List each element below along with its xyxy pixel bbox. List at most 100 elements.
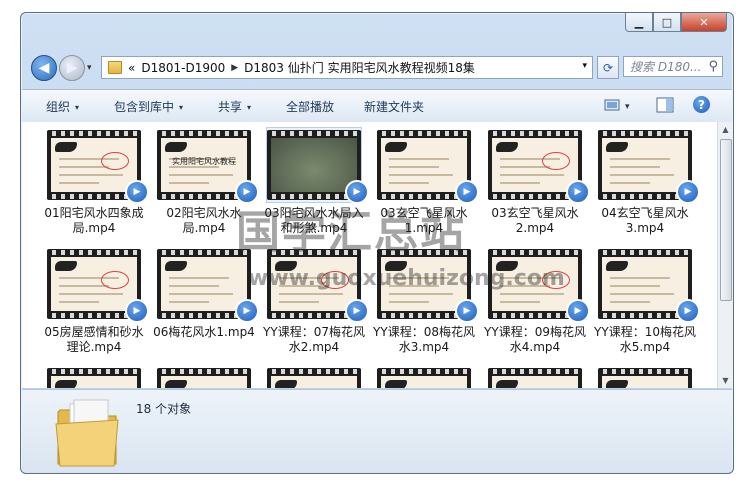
chevron-down-icon: ▾ xyxy=(75,103,80,112)
calligraphy-mark xyxy=(165,261,187,271)
share-label: 共享 xyxy=(218,100,243,114)
search-icon[interactable]: ⚲ xyxy=(708,59,718,74)
preview-pane-icon xyxy=(656,97,674,113)
chevron-down-icon: ▾ xyxy=(179,103,184,112)
video-thumbnail: ▶ xyxy=(267,366,361,388)
file-name: 06梅花风水1.mp4 xyxy=(153,325,255,339)
video-thumbnail: ▶ xyxy=(47,128,149,204)
refresh-button[interactable]: ⟳ xyxy=(597,56,619,79)
video-frame xyxy=(381,257,467,311)
object-count: 18 个对象 xyxy=(136,402,192,416)
video-frame xyxy=(492,376,578,388)
navigation-bar: ◀ ▶ ▾ « D1801-D1900 ▶ D1803 仙扑门 实用阳宅风水教程… xyxy=(29,53,725,81)
help-icon: ? xyxy=(693,96,710,113)
file-list[interactable]: ▶ 01阳宅风水四象成局.mp4 实用阳宅风水教程 ▶ 02阳宅风水水局.mp4 ▶ 03阳… xyxy=(22,122,717,388)
recent-pages-dropdown[interactable]: ▾ xyxy=(87,63,92,73)
file-item[interactable]: ▶ 05房屋感情和砂水理论.mp4 xyxy=(42,247,149,355)
organize-menu[interactable]: 组织 ▾ xyxy=(46,98,79,115)
video-frame xyxy=(161,257,247,311)
video-frame xyxy=(492,138,578,192)
calligraphy-mark xyxy=(55,261,77,271)
file-item[interactable]: ▶ xyxy=(483,366,587,388)
command-bar: 组织 ▾ 包含到库中 ▾ 共享 ▾ 全部播放 新建文件夹 ▾ ? xyxy=(22,89,732,123)
calligraphy-mark xyxy=(165,142,187,152)
close-button[interactable]: ✕ xyxy=(681,13,727,32)
view-options-button[interactable]: ▾ xyxy=(604,97,634,116)
calligraphy-mark xyxy=(55,142,77,152)
help-button[interactable]: ? xyxy=(693,96,710,113)
new-folder-button[interactable]: 新建文件夹 xyxy=(364,98,424,115)
video-thumbnail: ▶ xyxy=(488,247,590,323)
video-thumbnail: ▶ xyxy=(598,366,692,388)
calligraphy-mark xyxy=(385,142,407,152)
file-item[interactable]: 实用阳宅风水教程 ▶ 02阳宅风水水局.mp4 xyxy=(152,128,259,236)
share-menu[interactable]: 共享 ▾ xyxy=(218,98,251,115)
file-item[interactable]: ▶ xyxy=(152,366,256,388)
file-item[interactable]: ▶ xyxy=(372,366,476,388)
video-thumbnail: ▶ xyxy=(267,247,369,323)
file-name: YY课程：08梅花风水3.mp4 xyxy=(373,325,475,354)
minimize-button[interactable]: ▁ xyxy=(625,13,653,32)
media-player-icon: ▶ xyxy=(125,180,149,204)
include-in-library-menu[interactable]: 包含到库中 ▾ xyxy=(114,98,183,115)
forward-button[interactable]: ▶ xyxy=(59,55,85,81)
breadcrumb-separator-icon[interactable]: ▶ xyxy=(231,63,238,73)
video-thumbnail: ▶ xyxy=(377,247,479,323)
large-folder-icon xyxy=(55,399,119,467)
address-overflow-chevron[interactable]: « xyxy=(128,61,135,75)
file-item[interactable]: ▶ xyxy=(262,366,366,388)
video-frame xyxy=(271,138,357,192)
video-frame xyxy=(51,376,137,388)
video-thumbnail: 实用阳宅风水教程 ▶ xyxy=(157,128,259,204)
svg-text:▾: ▾ xyxy=(625,102,630,112)
file-item[interactable]: ▶ YY课程：10梅花风水5.mp4 xyxy=(593,247,700,355)
video-frame xyxy=(602,376,688,388)
calligraphy-mark xyxy=(275,380,297,388)
media-player-icon: ▶ xyxy=(566,299,590,323)
calligraphy-mark xyxy=(385,261,407,271)
address-bar[interactable]: « D1801-D1900 ▶ D1803 仙扑门 实用阳宅风水教程视频18集 … xyxy=(101,56,593,79)
address-dropdown-icon[interactable]: ▾ xyxy=(582,61,587,71)
file-item[interactable]: ▶ 03玄空飞星风水2.mp4 xyxy=(483,128,590,236)
filmstrip-icon xyxy=(157,368,251,388)
scroll-up-icon[interactable]: ▲ xyxy=(718,122,733,137)
maximize-button[interactable]: □ xyxy=(653,13,681,32)
refresh-icon: ⟳ xyxy=(602,60,614,75)
file-item[interactable]: ▶ 06梅花风水1.mp4 xyxy=(152,247,259,340)
file-item[interactable]: ▶ YY课程：08梅花风水3.mp4 xyxy=(372,247,479,355)
calligraphy-mark xyxy=(496,380,518,388)
video-frame xyxy=(271,376,357,388)
file-name: 05房屋感情和砂水理论.mp4 xyxy=(44,325,144,354)
file-item[interactable]: ▶ 01阳宅风水四象成局.mp4 xyxy=(42,128,149,236)
file-name: 03玄空飞星风水1.mp4 xyxy=(380,206,468,235)
file-item[interactable]: ▶ 04玄空飞星风水3.mp4 xyxy=(593,128,700,236)
include-library-label: 包含到库中 xyxy=(114,100,175,114)
vertical-scrollbar[interactable]: ▲ ▼ xyxy=(717,122,733,388)
media-player-icon: ▶ xyxy=(455,180,479,204)
file-item[interactable]: ▶ xyxy=(593,366,697,388)
calligraphy-mark xyxy=(496,142,518,152)
details-pane: 18 个对象 xyxy=(22,389,732,473)
file-item[interactable]: ▶ xyxy=(42,366,146,388)
scrollbar-thumb[interactable] xyxy=(720,139,732,301)
forward-arrow-icon: ▶ xyxy=(66,60,78,76)
file-name: YY课程：09梅花风水4.mp4 xyxy=(484,325,586,354)
file-name: YY课程：07梅花风水2.mp4 xyxy=(263,325,365,354)
calligraphy-mark xyxy=(385,380,407,388)
file-name: 02阳宅风水水局.mp4 xyxy=(166,206,242,235)
breadcrumb-current-folder[interactable]: D1803 仙扑门 实用阳宅风水教程视频18集 xyxy=(244,59,475,76)
caption-buttons: ▁ □ ✕ xyxy=(625,13,727,32)
preview-pane-button[interactable] xyxy=(656,97,674,116)
back-button[interactable]: ◀ xyxy=(31,55,57,81)
search-placeholder: 搜索 D180... xyxy=(630,60,702,74)
file-name: 04玄空飞星风水3.mp4 xyxy=(601,206,689,235)
play-all-button[interactable]: 全部播放 xyxy=(286,98,334,115)
file-item[interactable]: ▶ 03玄空飞星风水1.mp4 xyxy=(372,128,479,236)
scroll-down-icon[interactable]: ▼ xyxy=(718,373,733,388)
search-input[interactable]: 搜索 D180... ⚲ xyxy=(623,56,723,77)
file-item[interactable]: ▶ 03阳宅风水水局入和形煞.mp4 xyxy=(262,127,369,236)
file-item[interactable]: ▶ YY课程：09梅花风水4.mp4 xyxy=(483,247,590,355)
video-thumbnail: ▶ xyxy=(377,128,479,204)
breadcrumb-d1801[interactable]: D1801-D1900 xyxy=(141,61,225,75)
file-item[interactable]: ▶ YY课程：07梅花风水2.mp4 xyxy=(262,247,369,355)
